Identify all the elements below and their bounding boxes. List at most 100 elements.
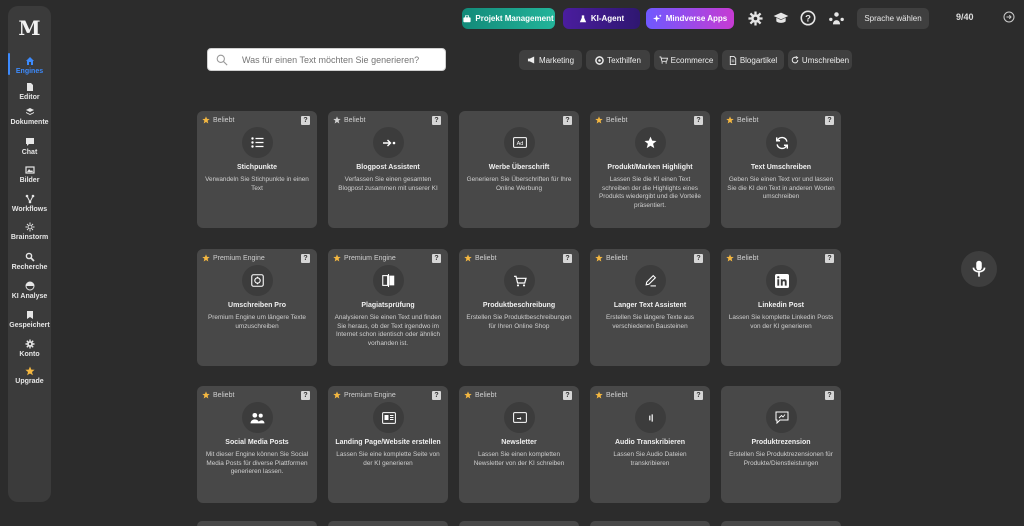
star-icon	[635, 127, 666, 158]
sidebar-item-upgrade[interactable]: Upgrade	[8, 366, 51, 385]
info-button[interactable]: ?	[694, 391, 703, 400]
premium-badge: Premium Engine	[333, 254, 396, 262]
info-button[interactable]: ?	[432, 254, 441, 263]
filter-label: Umschreiben	[801, 55, 850, 65]
sidebar-item-chat[interactable]: Chat	[8, 137, 51, 156]
logout-icon[interactable]	[1003, 11, 1015, 23]
sun-icon	[25, 222, 34, 232]
badge-label: Beliebt	[213, 391, 235, 399]
filter-label: Ecommerce	[670, 55, 714, 65]
info-button[interactable]: ?	[563, 391, 572, 400]
info-button[interactable]: ?	[432, 391, 441, 400]
help-button[interactable]: ?	[798, 8, 818, 28]
compare-icon	[373, 265, 404, 296]
megaphone-icon	[527, 56, 535, 64]
engine-card-audio-transkribieren[interactable]: Beliebt ? Audio Transkribieren Lassen Si…	[590, 386, 710, 503]
language-select[interactable]: Sprache wählen	[857, 8, 929, 29]
star-icon	[333, 391, 341, 399]
filter-umschreiben[interactable]: Umschreiben	[788, 50, 852, 70]
sidebar-item-bilder[interactable]: Bilder	[8, 165, 51, 184]
filter-ecommerce[interactable]: Ecommerce	[654, 50, 718, 70]
engine-card-partial[interactable]	[459, 521, 579, 526]
info-button[interactable]: ?	[825, 254, 834, 263]
engine-card-produkt-marken-highlight[interactable]: Beliebt ? Produkt/Marken Highlight Lasse…	[590, 111, 710, 228]
sidebar-item-dokumente[interactable]: Dokumente	[8, 107, 51, 126]
filter-texthilfen[interactable]: Texthilfen	[586, 50, 650, 70]
engine-card-produktbeschreibung[interactable]: Beliebt ? Produktbeschreibung Erstellen …	[459, 249, 579, 366]
engine-card-plagiatspruefung[interactable]: Premium Engine ? Plagiatsprüfung Analysi…	[328, 249, 448, 366]
engine-card-partial[interactable]	[721, 521, 841, 526]
engine-card-stichpunkte[interactable]: Beliebt ? Stichpunkte Verwandeln Sie Sti…	[197, 111, 317, 228]
info-button[interactable]: ?	[432, 116, 441, 125]
info-button[interactable]: ?	[825, 391, 834, 400]
rewrite-icon	[242, 265, 273, 296]
star-icon	[726, 116, 734, 124]
info-button[interactable]: ?	[694, 116, 703, 125]
card-description: Analysieren Sie einen Text und finden Si…	[334, 314, 442, 347]
card-title: Landing Page/Website erstellen	[335, 439, 441, 446]
sidebar-item-engines[interactable]: Engines	[8, 53, 51, 75]
engine-card-newsletter[interactable]: Beliebt ? Newsletter Lassen Sie einen ko…	[459, 386, 579, 503]
search-input[interactable]	[242, 54, 432, 65]
engine-card-langer-text-assistent[interactable]: Beliebt ? Langer Text Assistent Erstelle…	[590, 249, 710, 366]
info-button[interactable]: ?	[563, 116, 572, 125]
engine-card-werbe-ueberschrift[interactable]: ? Ad Werbe Überschrift Generieren Sie Üb…	[459, 111, 579, 228]
academy-button[interactable]	[771, 8, 791, 28]
info-button[interactable]: ?	[301, 116, 310, 125]
cart-icon	[659, 56, 668, 64]
info-button[interactable]: ?	[301, 391, 310, 400]
search-bar[interactable]	[207, 48, 446, 71]
card-description: Erstellen Sie Produktrezensionen für Pro…	[729, 451, 833, 467]
sidebar-item-brainstorm[interactable]: Brainstorm	[8, 222, 51, 241]
microphone-icon	[972, 260, 986, 277]
info-button[interactable]: ?	[563, 254, 572, 263]
engine-card-partial[interactable]	[197, 521, 317, 526]
sidebar-item-gespeichert[interactable]: Gespeichert	[8, 310, 51, 329]
engine-card-landing-page[interactable]: Premium Engine ? Landing Page/Website er…	[328, 386, 448, 503]
filter-blogartikel[interactable]: Blogartikel	[722, 50, 784, 70]
sidebar-item-editor[interactable]: Editor	[8, 82, 51, 101]
engine-card-linkedin-post[interactable]: Beliebt ? Linkedin Post Lassen Sie kompl…	[721, 249, 841, 366]
microphone-button[interactable]	[961, 251, 997, 287]
card-description: Lassen Sie einen kompletten Newsletter v…	[473, 451, 565, 467]
mindverse-apps-label: Mindverse Apps	[665, 14, 728, 23]
badge-label: Beliebt	[213, 116, 235, 124]
engine-card-social-media-posts[interactable]: Beliebt ? Social Media Posts Mit dieser …	[197, 386, 317, 503]
info-button[interactable]: ?	[694, 254, 703, 263]
info-button[interactable]: ?	[825, 116, 834, 125]
settings-button[interactable]	[745, 8, 765, 28]
sidebar-item-label: Bilder	[19, 177, 40, 184]
card-title: Umschreiben Pro	[228, 302, 286, 309]
sidebar-item-konto[interactable]: Konto	[8, 339, 51, 358]
sidebar-item-label: KI Analyse	[11, 293, 48, 300]
projekt-management-button[interactable]: Projekt Management	[462, 8, 555, 29]
popular-badge: Beliebt	[595, 254, 627, 262]
engine-card-text-umschreiben[interactable]: Beliebt ? Text Umschreiben Geben Sie ein…	[721, 111, 841, 228]
sidebar-item-ki-analyse[interactable]: KI Analyse	[8, 281, 51, 300]
engine-card-produktrezension[interactable]: ? Produktrezension Erstellen Sie Produkt…	[721, 386, 841, 503]
sidebar-item-label: Workflows	[11, 206, 48, 213]
engine-card-blogpost-assistent[interactable]: Beliebt ? Blogpost Assistent Verfassen S…	[328, 111, 448, 228]
card-description: Lassen Sie die KI einen Text schreiben d…	[599, 176, 701, 209]
sidebar-item-workflows[interactable]: Workflows	[8, 194, 51, 213]
badge-label: Premium Engine	[344, 254, 396, 262]
mindverse-apps-button[interactable]: Mindverse Apps	[646, 8, 734, 29]
star-icon	[202, 116, 210, 124]
engine-card-partial[interactable]	[328, 521, 448, 526]
badge-label: Beliebt	[737, 254, 759, 262]
popular-badge: Beliebt	[726, 116, 758, 124]
logo[interactable]: M	[8, 16, 51, 40]
engine-card-partial[interactable]	[590, 521, 710, 526]
star-icon	[726, 254, 734, 262]
filter-marketing[interactable]: Marketing	[519, 50, 582, 70]
ki-agent-button[interactable]: KI-Agent	[563, 8, 640, 29]
info-button[interactable]: ?	[301, 254, 310, 263]
engine-card-umschreiben-pro[interactable]: Premium Engine ? Umschreiben Pro Premium…	[197, 249, 317, 366]
svg-text:?: ?	[805, 14, 811, 25]
team-button[interactable]	[826, 8, 846, 28]
popular-badge: Beliebt	[595, 116, 627, 124]
sidebar-item-recherche[interactable]: Recherche	[8, 252, 51, 271]
filter-label: Marketing	[538, 55, 575, 65]
card-title: Produktrezension	[751, 439, 811, 446]
popular-badge: Beliebt	[333, 116, 365, 124]
